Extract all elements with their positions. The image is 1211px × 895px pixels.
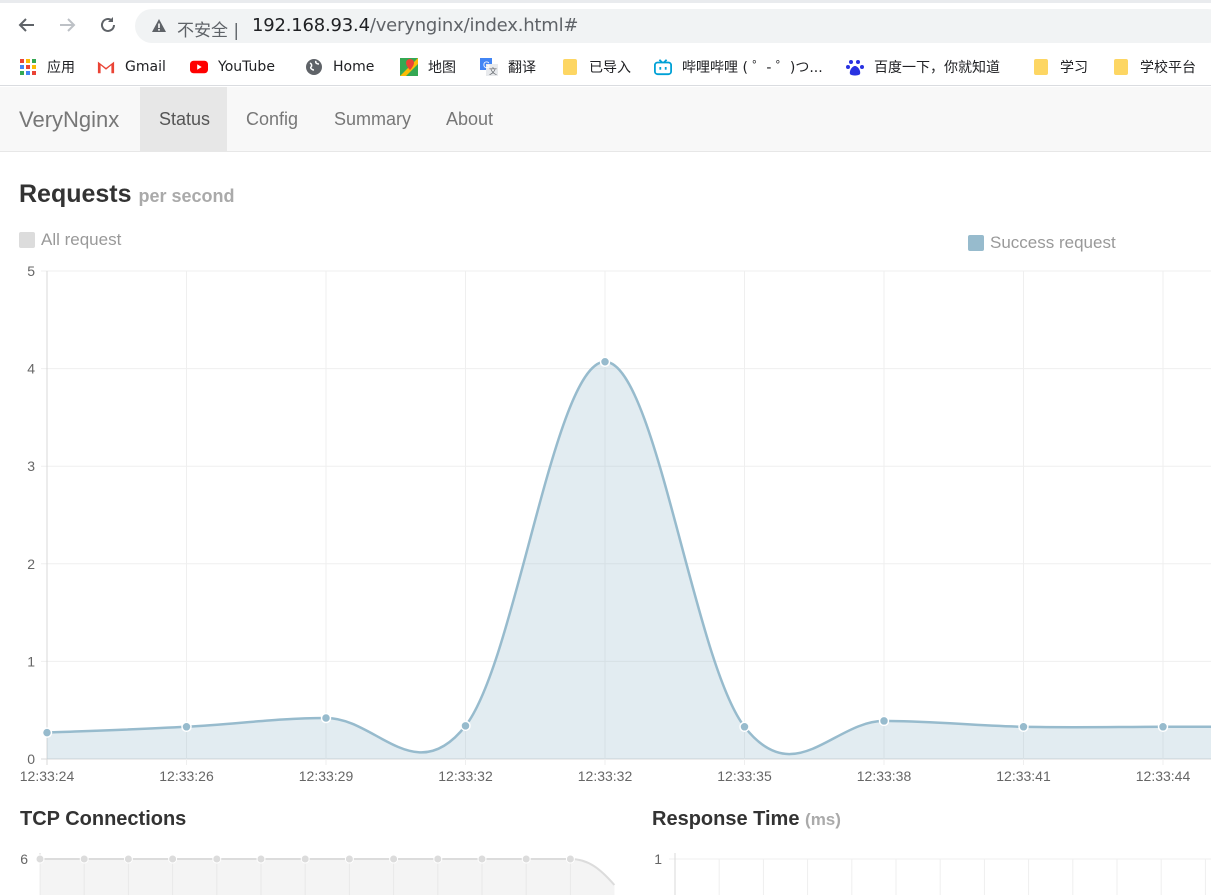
tcp-connections-chart: 6	[20, 851, 616, 895]
y-tick-label: 1	[654, 851, 662, 867]
legend-swatch-success	[968, 235, 984, 251]
requests-subtitle: per second	[138, 186, 235, 206]
x-tick-label: 12:33:26	[159, 768, 214, 784]
youtube-icon	[190, 58, 208, 76]
tab-summary[interactable]: Summary	[315, 87, 430, 151]
app-navbar: VeryNginx Status Config Summary About	[0, 87, 1211, 152]
maps-icon	[400, 58, 418, 76]
data-point	[168, 854, 178, 864]
data-point	[389, 854, 399, 864]
bookmark-youtube[interactable]: YouTube	[190, 56, 275, 78]
data-point	[739, 721, 750, 733]
x-tick-label: 12:33:32	[438, 768, 493, 784]
folder-icon	[1112, 58, 1130, 76]
data-point	[878, 715, 890, 727]
bookmark-gmail[interactable]: Gmail	[97, 56, 166, 78]
y-tick-label: 6	[20, 851, 28, 867]
bookmark-folder-imported[interactable]: 已导入	[561, 56, 631, 78]
browser-toolbar: 不安全 | 192.168.93.4/verynginx/index.html#	[0, 0, 1211, 48]
data-point	[344, 854, 354, 864]
data-point	[41, 727, 53, 738]
data-point	[320, 712, 332, 724]
reload-button[interactable]	[92, 9, 124, 41]
data-point	[565, 854, 575, 864]
tcp-area	[40, 859, 615, 895]
bookmarks-bar: 应用 Gmail YouTube Home 地图 G文 翻译 已导入 哔哩哔哩 …	[0, 48, 1211, 86]
x-tick-label: 12:33:38	[857, 768, 912, 784]
response-time-heading: Response Time (ms)	[652, 808, 841, 830]
bookmark-folder-study[interactable]: 学习	[1032, 56, 1088, 78]
legend-all-request[interactable]: All request	[19, 230, 121, 250]
response-time-chart: 1	[654, 851, 1211, 895]
data-point	[1157, 721, 1169, 733]
bookmark-folder-school[interactable]: 学校平台	[1112, 56, 1196, 78]
brand-logo[interactable]: VeryNginx	[19, 107, 119, 133]
address-bar[interactable]: 不安全 | 192.168.93.4/verynginx/index.html#	[135, 9, 1211, 43]
success-request-area	[47, 361, 1211, 759]
data-point	[460, 720, 471, 732]
bookmark-maps[interactable]: 地图	[400, 56, 456, 78]
x-tick-label: 12:33:32	[578, 768, 633, 784]
data-point	[477, 854, 487, 864]
svg-text:文: 文	[489, 66, 497, 76]
folder-icon	[561, 58, 579, 76]
data-point	[79, 854, 89, 864]
back-button[interactable]	[11, 9, 43, 41]
data-point	[433, 854, 443, 864]
data-point	[521, 854, 531, 864]
bookmark-apps[interactable]: 应用	[19, 56, 75, 78]
x-tick-label: 12:33:29	[299, 768, 354, 784]
y-tick-label: 4	[27, 361, 35, 377]
legend-swatch-all	[19, 232, 35, 248]
warning-icon	[152, 19, 166, 32]
gmail-icon	[97, 58, 115, 76]
y-tick-label: 1	[27, 653, 35, 669]
bilibili-icon	[654, 58, 672, 76]
response-time-unit: (ms)	[805, 810, 841, 829]
bookmark-baidu[interactable]: 百度一下，你就知道	[846, 56, 1000, 78]
forward-button[interactable]	[51, 9, 83, 41]
data-point	[123, 854, 133, 864]
security-label: 不安全	[177, 21, 228, 41]
y-tick-label: 0	[27, 751, 35, 767]
baidu-icon	[846, 58, 864, 76]
y-tick-label: 5	[27, 263, 35, 279]
url-text: 192.168.93.4/verynginx/index.html#	[252, 15, 579, 36]
data-point	[300, 854, 310, 864]
reload-icon	[101, 17, 115, 32]
folder-icon	[1032, 58, 1050, 76]
y-tick-label: 3	[27, 458, 35, 474]
tab-config[interactable]: Config	[227, 87, 317, 151]
data-point	[599, 356, 611, 368]
x-tick-label: 12:33:24	[20, 768, 75, 784]
requests-chart: 0 1 2 3 4 5 12:33:24 12:33:26 12:33:29 12:33:32 12…	[20, 263, 1211, 784]
y-tick-label: 2	[27, 556, 35, 572]
x-tick-label: 12:33:35	[717, 768, 772, 784]
back-arrow-icon	[18, 18, 34, 32]
legend-success-request[interactable]: Success request	[968, 233, 1116, 253]
x-tick-label: 12:33:41	[996, 768, 1051, 784]
bookmark-translate[interactable]: G文 翻译	[480, 56, 536, 78]
globe-icon	[305, 58, 323, 76]
data-point	[212, 854, 222, 864]
data-point	[181, 721, 192, 733]
forward-arrow-icon	[60, 18, 76, 32]
tab-status[interactable]: Status	[140, 87, 227, 151]
translate-icon: G文	[480, 58, 498, 76]
apps-grid-icon	[19, 58, 37, 76]
data-point	[256, 854, 266, 864]
bookmark-home[interactable]: Home	[305, 56, 374, 78]
tab-about[interactable]: About	[427, 87, 512, 151]
tcp-heading: TCP Connections	[20, 808, 187, 830]
x-tick-label: 12:33:44	[1136, 768, 1191, 784]
data-point	[35, 854, 45, 864]
bookmark-bilibili[interactable]: 哔哩哔哩 ( ゜- ゜)つ...	[654, 56, 823, 78]
data-point	[1018, 721, 1029, 733]
requests-heading: Requests per second	[19, 180, 235, 208]
